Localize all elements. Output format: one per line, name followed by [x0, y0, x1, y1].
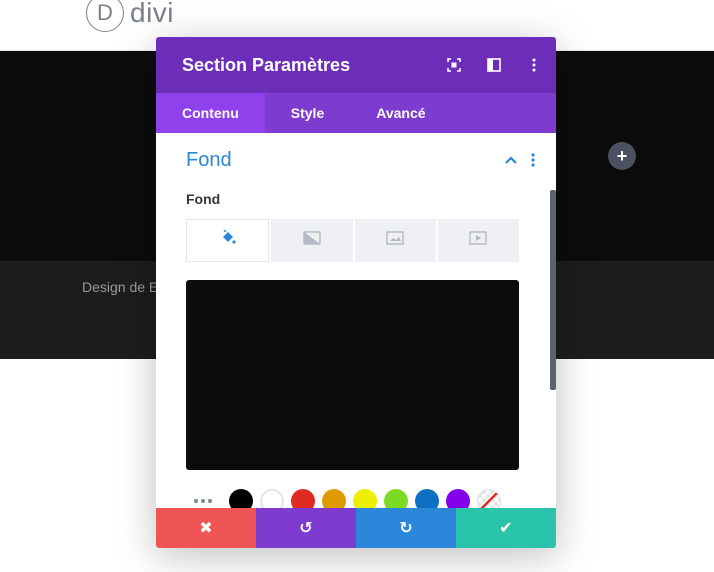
bg-tab-video[interactable] [437, 219, 519, 262]
fullscreen-icon[interactable] [446, 57, 462, 73]
swatch-black[interactable] [229, 489, 253, 508]
tab-style[interactable]: Style [265, 93, 350, 133]
save-button[interactable]: ✔ [456, 508, 556, 548]
bg-tab-color[interactable] [186, 219, 270, 262]
divi-logo[interactable]: D divi [86, 0, 174, 32]
paint-bucket-icon [220, 229, 236, 251]
header-icons [446, 37, 542, 93]
logo-text: divi [130, 0, 175, 28]
scrollbar-thumb[interactable] [550, 190, 556, 390]
swatch-blue[interactable] [415, 489, 439, 508]
kebab-menu-icon[interactable] [526, 57, 542, 73]
color-preview[interactable] [186, 280, 519, 470]
modal-tabs: Contenu Style Avancé [156, 93, 556, 133]
swatch-red[interactable] [291, 489, 315, 508]
tab-contenu[interactable]: Contenu [156, 93, 265, 133]
plus-icon: + [616, 145, 628, 166]
modal-title: Section Paramètres [182, 54, 351, 75]
bg-tab-gradient[interactable] [271, 219, 353, 262]
gradient-icon [303, 231, 321, 250]
field-label: Fond [186, 191, 221, 207]
swatch-orange[interactable] [322, 489, 346, 508]
tab-avance[interactable]: Avancé [350, 93, 451, 133]
video-icon [469, 231, 488, 250]
swatch-white[interactable] [260, 489, 284, 508]
redo-button[interactable]: ↻ [356, 508, 456, 548]
chevron-up-icon[interactable] [504, 153, 518, 167]
group-options-icon[interactable] [531, 153, 535, 167]
swatch-yellow[interactable] [353, 489, 377, 508]
color-swatches [186, 487, 526, 508]
swatch-purple[interactable] [446, 489, 470, 508]
swatch-green[interactable] [384, 489, 408, 508]
undo-icon: ↺ [299, 520, 313, 537]
more-colors-icon[interactable] [186, 499, 222, 503]
bg-tab-image[interactable] [354, 219, 436, 262]
close-icon: ✖ [199, 520, 213, 537]
undo-button[interactable]: ↺ [256, 508, 356, 548]
columns-layout-icon[interactable] [486, 57, 502, 73]
cancel-button[interactable]: ✖ [156, 508, 256, 548]
footer-text: Design de E [82, 279, 159, 295]
check-icon: ✔ [499, 520, 513, 537]
redo-icon: ↻ [399, 520, 413, 537]
section-settings-modal: Section Paramètres Contenu Style Avancé … [156, 37, 556, 548]
modal-footer: ✖ ↺ ↻ ✔ [156, 508, 556, 548]
image-icon [386, 231, 404, 250]
swatch-none[interactable] [477, 489, 501, 508]
logo-mark: D [86, 0, 124, 32]
add-row-button[interactable]: + [608, 142, 636, 170]
background-type-tabs [186, 219, 519, 262]
modal-body: Fond Fond [156, 133, 556, 508]
toggle-group-title[interactable]: Fond [186, 149, 232, 172]
modal-header[interactable]: Section Paramètres [156, 37, 556, 93]
